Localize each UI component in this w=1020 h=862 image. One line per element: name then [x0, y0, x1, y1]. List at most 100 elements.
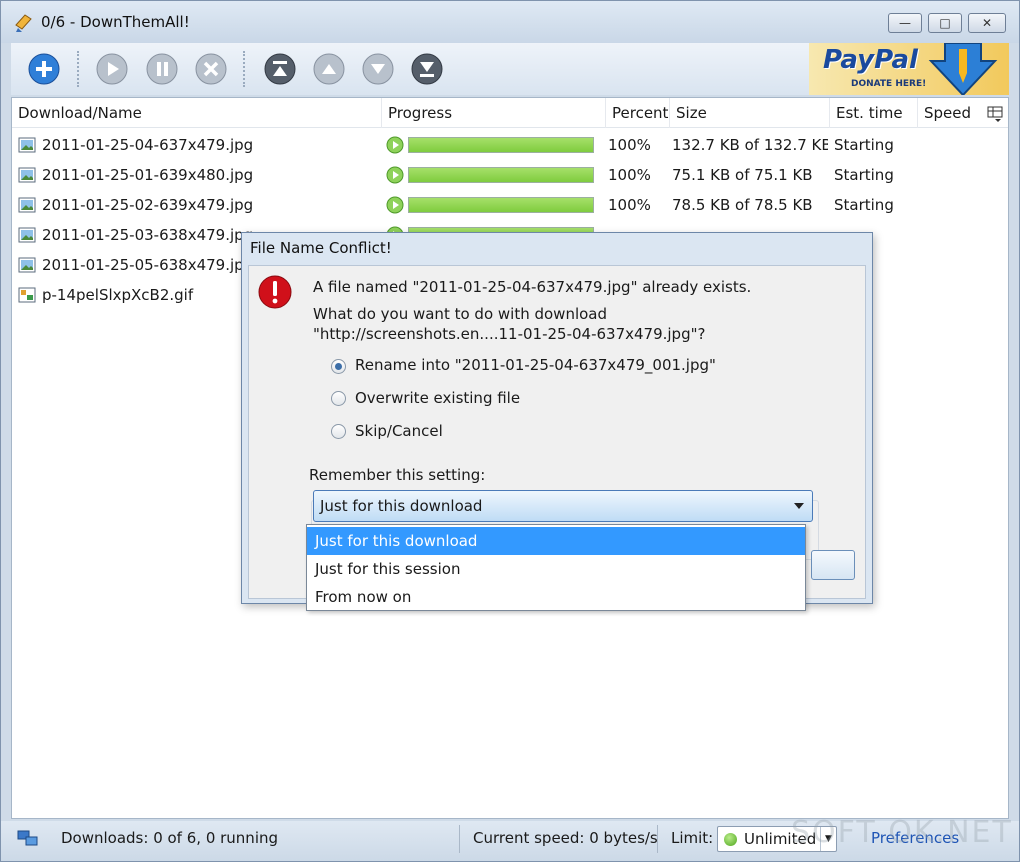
file-name: 2011-01-25-04-637x479.jpg [42, 136, 254, 154]
move-top-button[interactable] [263, 52, 297, 86]
image-file-icon [18, 227, 36, 243]
image-file-icon [18, 257, 36, 273]
column-picker-icon[interactable] [986, 104, 1004, 122]
current-speed: Current speed: 0 bytes/s [473, 829, 658, 847]
question-text: What do you want to do with download [313, 305, 608, 323]
paypal-donate-banner[interactable]: PayPal DONATE HERE! [809, 43, 1009, 95]
pause-icon [146, 53, 178, 85]
column-header-name[interactable]: Download/Name [12, 98, 382, 128]
image-file-icon [18, 167, 36, 183]
move-bottom-icon [411, 53, 443, 85]
download-arrow-icon [928, 43, 998, 95]
play-icon [96, 53, 128, 85]
start-button[interactable] [95, 52, 129, 86]
size-value: 132.7 KB of 132.7 KB [672, 136, 828, 154]
cancel-button[interactable] [194, 52, 228, 86]
overwrite-option-label[interactable]: Overwrite existing file [355, 389, 520, 407]
status-complete-icon [386, 166, 404, 184]
ok-button[interactable] [811, 550, 855, 580]
skip-radio[interactable] [331, 424, 346, 439]
limit-label: Limit: [671, 829, 714, 847]
status-separator [657, 825, 658, 853]
network-status-icon [17, 830, 38, 846]
column-header-speed[interactable]: Speed [918, 98, 982, 128]
minimize-button[interactable]: — [888, 13, 922, 33]
limit-value: Unlimited [744, 830, 817, 848]
column-header-est-time[interactable]: Est. time [830, 98, 918, 128]
image-file-icon [18, 137, 36, 153]
dropdown-option-session[interactable]: Just for this session [307, 555, 805, 583]
close-icon: ✕ [981, 16, 993, 30]
table-row[interactable]: 2011-01-25-02-639x479.jpg 100% 78.5 KB of … [12, 190, 1008, 220]
size-value: 78.5 KB of 78.5 KB [672, 196, 813, 214]
progress-track [408, 137, 594, 153]
est-time-value: Starting [834, 166, 894, 184]
speed-limit-select[interactable]: Unlimited ▼ [717, 826, 837, 852]
gif-file-icon [18, 287, 36, 303]
remember-setting-value: Just for this download [320, 497, 483, 515]
progress-track [408, 167, 594, 183]
toolbar-separator [77, 51, 79, 87]
column-header-percent[interactable]: Percent [606, 98, 670, 128]
window-title: 0/6 - DownThemAll! [41, 13, 190, 31]
move-down-icon [362, 53, 394, 85]
preferences-link[interactable]: Preferences [871, 821, 959, 855]
conflict-message: A file named "2011-01-25-04-637x479.jpg"… [313, 278, 752, 296]
downthemall-logo-icon [15, 14, 32, 32]
move-up-icon [313, 53, 345, 85]
status-complete-icon [386, 136, 404, 154]
chevron-down-icon: ▼ [820, 827, 836, 851]
overwrite-radio[interactable] [331, 391, 346, 406]
file-name: 2011-01-25-02-639x479.jpg [42, 196, 254, 214]
paypal-logo-text: PayPal [823, 45, 918, 75]
dropdown-option-download[interactable]: Just for this download [307, 527, 805, 555]
remember-setting-select[interactable]: Just for this download [313, 490, 813, 522]
file-name: 2011-01-25-01-639x480.jpg [42, 166, 254, 184]
progress-bar [386, 166, 598, 184]
downthemall-window: 0/6 - DownThemAll! — □ ✕ PayPal DONATE H… [0, 0, 1020, 862]
dialog-title: File Name Conflict! [250, 239, 392, 257]
rename-radio[interactable] [331, 359, 346, 374]
progress-track [408, 197, 594, 213]
list-header: Download/Name Progress Percent Size Est.… [12, 98, 1008, 128]
image-file-icon [18, 197, 36, 213]
percent-value: 100% [608, 196, 651, 214]
rename-option-label[interactable]: Rename into "2011-01-25-04-637x479_001.j… [355, 356, 716, 374]
donate-here-label: DONATE HERE! [851, 79, 927, 89]
progress-fill [409, 138, 593, 152]
pause-button[interactable] [145, 52, 179, 86]
move-down-button[interactable] [361, 52, 395, 86]
maximize-button[interactable]: □ [928, 13, 962, 33]
add-icon [28, 53, 60, 85]
percent-value: 100% [608, 136, 651, 154]
download-url: "http://screenshots.en....11-01-25-04-63… [313, 325, 706, 343]
remember-setting-label: Remember this setting: [309, 466, 486, 484]
progress-bar [386, 196, 598, 214]
downloads-count: Downloads: 0 of 6, 0 running [61, 829, 279, 847]
move-bottom-button[interactable] [410, 52, 444, 86]
remember-setting-dropdown[interactable]: Just for this download Just for this ses… [306, 524, 806, 611]
progress-fill [409, 198, 593, 212]
error-icon [258, 275, 292, 309]
status-bar: Downloads: 0 of 6, 0 running Current spe… [1, 821, 1019, 861]
title-bar[interactable]: 0/6 - DownThemAll! — □ ✕ [1, 1, 1019, 43]
dropdown-option-now-on[interactable]: From now on [307, 583, 805, 611]
toolbar-separator [243, 51, 245, 87]
percent-value: 100% [608, 166, 651, 184]
move-top-icon [264, 53, 296, 85]
skip-option-label[interactable]: Skip/Cancel [355, 422, 443, 440]
table-row[interactable]: 2011-01-25-01-639x480.jpg 100% 75.1 KB of … [12, 160, 1008, 190]
column-header-progress[interactable]: Progress [382, 98, 606, 128]
column-header-size[interactable]: Size [670, 98, 830, 128]
move-up-button[interactable] [312, 52, 346, 86]
progress-bar [386, 136, 598, 154]
est-time-value: Starting [834, 196, 894, 214]
close-button[interactable]: ✕ [968, 13, 1006, 33]
add-download-button[interactable] [27, 52, 61, 86]
cancel-icon [195, 53, 227, 85]
progress-fill [409, 168, 593, 182]
minimize-icon: — [899, 16, 911, 30]
maximize-icon: □ [939, 16, 951, 30]
table-row[interactable]: 2011-01-25-04-637x479.jpg 100% 132.7 KB of… [12, 130, 1008, 160]
status-complete-icon [386, 196, 404, 214]
